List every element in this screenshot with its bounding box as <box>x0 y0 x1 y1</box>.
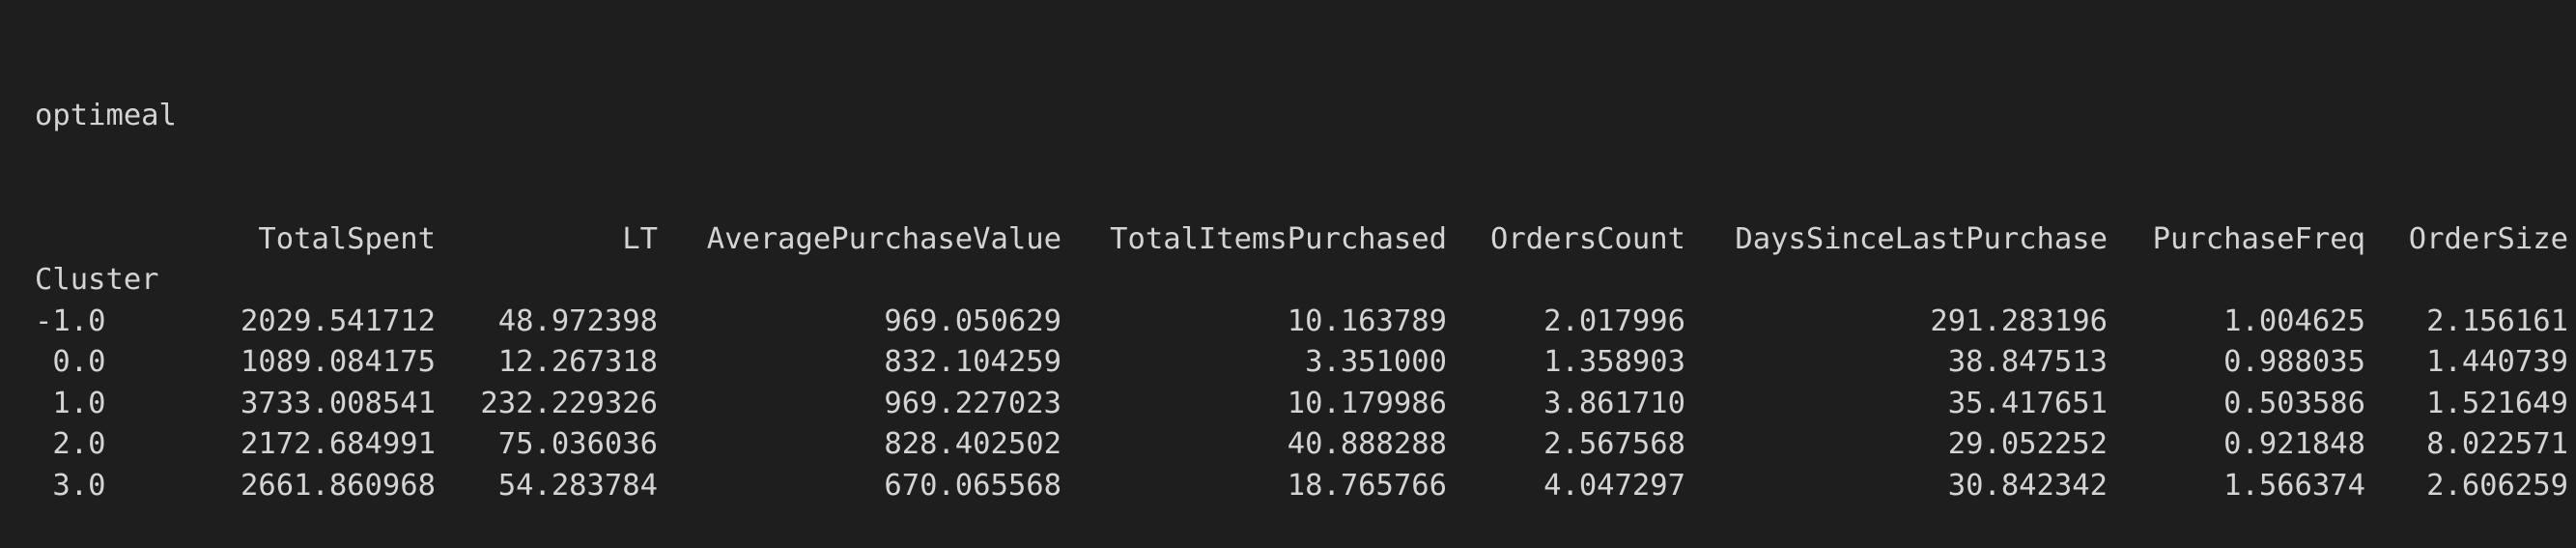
header-row: TotalSpent LT AveragePurchaseValue Total… <box>35 219 2568 261</box>
table-cell: 2.606259 <box>2426 468 2568 503</box>
table-cell: 8.022571 <box>2426 427 2568 461</box>
table-cell: 1.004625 <box>2223 303 2365 338</box>
table-cell: 3.351000 <box>1305 345 1447 379</box>
column-header: OrderSize <box>2408 221 2568 256</box>
column-header: DaysSinceLastPurchase <box>1735 221 2108 256</box>
table-cell: 2661.860968 <box>241 468 436 503</box>
row-index: 0.0 <box>35 345 106 379</box>
table-cell: 3733.008541 <box>241 386 436 420</box>
table-cell: 969.227023 <box>884 386 1062 420</box>
table-cell: 1089.084175 <box>241 345 436 379</box>
table-cell: 1.566374 <box>2223 468 2365 503</box>
table-cell: 54.283784 <box>497 468 658 503</box>
dataframe-output: optimeal TotalSpent LT AveragePurchaseVa… <box>35 14 2568 548</box>
row-index: 3.0 <box>35 468 106 503</box>
table-cell: 0.921848 <box>2223 427 2365 461</box>
table-cell: 12.267318 <box>497 345 658 379</box>
table-cell: 828.402502 <box>884 427 1062 461</box>
columns-name-label: optimeal <box>35 99 177 132</box>
index-name-label: Cluster <box>35 263 159 297</box>
table-row: 3.0 2661.860968 54.283784 670.065568 18.… <box>35 466 2568 507</box>
row-index: 1.0 <box>35 386 106 420</box>
column-header: TotalItemsPurchased <box>1110 221 1447 256</box>
row-index: 2.0 <box>35 427 106 461</box>
table-cell: 1.358903 <box>1543 345 1685 379</box>
column-header: LT <box>622 221 658 256</box>
table-cell: 18.765766 <box>1287 468 1447 503</box>
table-cell: 35.417651 <box>1947 386 2108 420</box>
index-name-row: Cluster <box>35 260 2568 302</box>
column-header: OrdersCount <box>1490 221 1685 256</box>
table-cell: 40.888288 <box>1287 427 1447 461</box>
column-header: PurchaseFreq <box>2152 221 2365 256</box>
table-row: 2.0 2172.684991 75.036036 828.402502 40.… <box>35 424 2568 466</box>
table-cell: 291.283196 <box>1930 303 2108 338</box>
table-cell: 1.521649 <box>2426 386 2568 420</box>
table-cell: 29.052252 <box>1947 427 2108 461</box>
dataframe-table: TotalSpent LT AveragePurchaseValue Total… <box>35 219 2568 507</box>
index-header-blank <box>35 219 182 261</box>
table-cell: 3.861710 <box>1543 386 1685 420</box>
table-cell: 969.050629 <box>884 303 1062 338</box>
table-row: 0.0 1089.084175 12.267318 832.104259 3.3… <box>35 342 2568 384</box>
row-index: -1.0 <box>35 303 106 338</box>
table-cell: 10.179986 <box>1287 386 1447 420</box>
table-cell: 232.229326 <box>480 386 658 420</box>
table-cell: 2.156161 <box>2426 303 2568 338</box>
table-cell: 832.104259 <box>884 345 1062 379</box>
table-cell: 0.988035 <box>2223 345 2365 379</box>
column-header: TotalSpent <box>258 221 436 256</box>
table-cell: 75.036036 <box>497 427 658 461</box>
table-cell: 48.972398 <box>497 303 658 338</box>
table-cell: 30.842342 <box>1947 468 2108 503</box>
table-cell: 670.065568 <box>884 468 1062 503</box>
table-cell: 0.503586 <box>2223 386 2365 420</box>
table-cell: 2172.684991 <box>241 427 436 461</box>
table-cell: 38.847513 <box>1947 345 2108 379</box>
table-cell: 4.047297 <box>1543 468 1685 503</box>
table-cell: 10.163789 <box>1287 303 1447 338</box>
table-row: -1.0 2029.541712 48.972398 969.050629 10… <box>35 302 2568 343</box>
table-cell: 2029.541712 <box>241 303 436 338</box>
table-cell: 2.017996 <box>1543 303 1685 338</box>
table-cell: 1.440739 <box>2426 345 2568 379</box>
column-header: AveragePurchaseValue <box>706 221 1062 256</box>
table-row: 1.0 3733.008541 232.229326 969.227023 10… <box>35 384 2568 425</box>
table-cell: 2.567568 <box>1543 427 1685 461</box>
